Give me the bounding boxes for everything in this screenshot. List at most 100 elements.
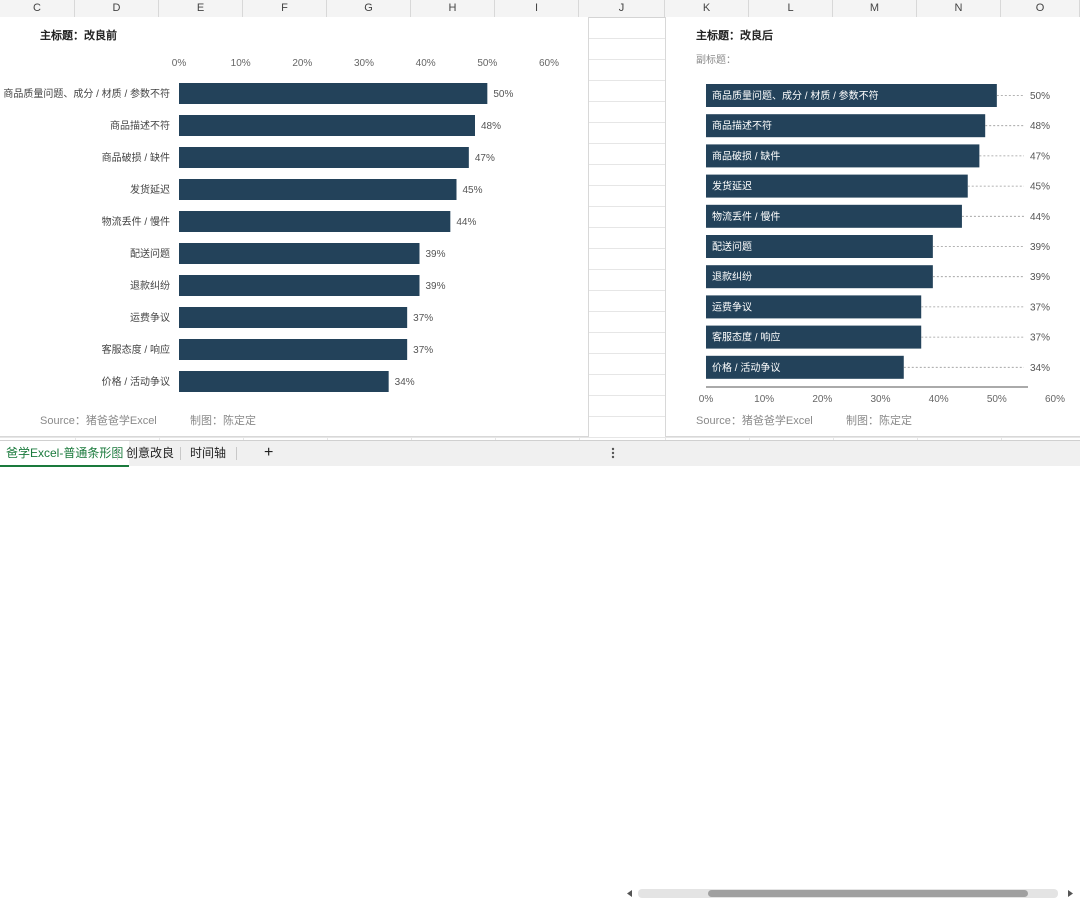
- category-label: 配送问题: [130, 247, 170, 260]
- horizontal-scrollbar[interactable]: [626, 889, 1076, 898]
- more-options-icon[interactable]: [608, 446, 618, 460]
- x-tick-label: 20%: [812, 394, 832, 405]
- column-header-g[interactable]: G: [327, 0, 411, 17]
- bar: [179, 339, 408, 360]
- scroll-left-icon[interactable]: [626, 889, 634, 898]
- x-tick-label: 60%: [1045, 394, 1065, 405]
- x-tick-label: 60%: [539, 58, 559, 69]
- data-label: 37%: [1030, 333, 1050, 344]
- column-header-i[interactable]: I: [495, 0, 579, 17]
- bar: [179, 371, 389, 392]
- column-header-k[interactable]: K: [665, 0, 749, 17]
- data-label: 48%: [481, 121, 501, 132]
- column-header-m[interactable]: M: [833, 0, 917, 17]
- category-label: 发货延迟: [712, 180, 752, 193]
- data-label: 39%: [1030, 272, 1050, 283]
- bar: [179, 147, 469, 168]
- data-label: 34%: [395, 377, 415, 388]
- data-label: 50%: [493, 89, 513, 100]
- data-label: 47%: [475, 153, 495, 164]
- category-label: 发货延迟: [130, 183, 170, 196]
- category-label: 运费争议: [712, 300, 752, 313]
- data-label: 45%: [463, 185, 483, 196]
- tab-divider: [180, 447, 181, 460]
- x-tick-label: 10%: [754, 394, 774, 405]
- x-tick-label: 50%: [477, 58, 497, 69]
- category-label: 运费争议: [130, 311, 170, 324]
- data-label: 44%: [456, 217, 476, 228]
- bar: [179, 243, 420, 264]
- column-header-bar: C D E F G H I J K L M N O: [0, 0, 1080, 18]
- category-label: 商品破损 / 缺件: [712, 149, 780, 162]
- column-header-h[interactable]: H: [411, 0, 495, 17]
- chart-after-svg: 0% 10% 20% 30% 40% 50% 60% 商品质量问题、成分 / 材质 / 参数不…: [699, 84, 1065, 405]
- data-label: 37%: [413, 313, 433, 324]
- scrollbar-track[interactable]: [638, 889, 1058, 898]
- data-label: 47%: [1030, 151, 1050, 162]
- tab-divider: [236, 447, 237, 460]
- grid-row-line: [0, 437, 1080, 438]
- bar: [179, 211, 451, 232]
- category-label: 退款纠纷: [712, 270, 752, 283]
- data-label: 34%: [1030, 363, 1050, 374]
- column-header-f[interactable]: F: [243, 0, 327, 17]
- bar: [179, 115, 475, 136]
- data-label: 45%: [1030, 182, 1050, 193]
- category-label: 价格 / 活动争议: [102, 375, 170, 388]
- category-label: 物流丢件 / 慢件: [712, 210, 780, 223]
- column-header-d[interactable]: D: [75, 0, 159, 17]
- x-tick-label: 20%: [292, 58, 312, 69]
- sheet-tab-creative[interactable]: 创意改良: [120, 441, 180, 465]
- data-label: 39%: [426, 281, 446, 292]
- data-label: 44%: [1030, 212, 1050, 223]
- data-label: 39%: [426, 249, 446, 260]
- chart-after-source: Source：猪爸爸学Excel: [696, 415, 813, 427]
- category-label: 商品质量问题、成分 / 材质 / 参数不符: [3, 87, 170, 100]
- chart-before-svg: 0% 10% 20% 30% 40% 50% 60% 商品质量问题、成分 / 材质 / 参数不…: [3, 58, 559, 392]
- column-header-o[interactable]: O: [1001, 0, 1080, 17]
- category-label: 客服态度 / 响应: [712, 331, 780, 344]
- category-label: 商品质量问题、成分 / 材质 / 参数不符: [712, 89, 879, 102]
- column-header-l[interactable]: L: [749, 0, 833, 17]
- bar: [179, 307, 408, 328]
- scroll-right-icon[interactable]: [1066, 889, 1074, 898]
- x-tick-label: 40%: [416, 58, 436, 69]
- column-header-e[interactable]: E: [159, 0, 243, 17]
- category-label: 商品描述不符: [712, 119, 772, 132]
- column-header-c[interactable]: C: [0, 0, 75, 17]
- bar: [179, 275, 420, 296]
- category-label: 退款纠纷: [130, 279, 170, 292]
- x-tick-label: 0%: [172, 58, 187, 69]
- x-tick-label: 50%: [987, 394, 1007, 405]
- chart-after-panel[interactable]: 主标题：改良后 副标题： 0% 10% 20% 30% 40% 50% 60% 商品质量问题、…: [665, 17, 1080, 437]
- x-tick-label: 30%: [870, 394, 890, 405]
- x-tick-label: 0%: [699, 394, 714, 405]
- x-tick-label: 40%: [929, 394, 949, 405]
- column-header-n[interactable]: N: [917, 0, 1001, 17]
- chart-before-panel[interactable]: 主标题：改良前 0% 10% 20% 30% 40% 50% 60% 商品质量问题、成分 / …: [0, 17, 589, 437]
- chart-before-source: Source：猪爸爸学Excel: [40, 415, 157, 427]
- add-sheet-button[interactable]: +: [258, 441, 279, 465]
- data-label: 37%: [1030, 302, 1050, 313]
- category-label: 物流丢件 / 慢件: [102, 215, 170, 228]
- bar: [179, 179, 457, 200]
- data-label: 37%: [413, 345, 433, 356]
- bar: [179, 83, 488, 104]
- x-tick-label: 10%: [231, 58, 251, 69]
- column-header-j[interactable]: J: [579, 0, 665, 17]
- sheet-tab-timeline[interactable]: 时间轴: [184, 441, 232, 465]
- sheet-tab-bar-chart[interactable]: 爸学Excel-普通条形图: [0, 441, 130, 467]
- category-label: 配送问题: [712, 240, 752, 253]
- x-tick-label: 30%: [354, 58, 374, 69]
- chart-after-credit: 制图：陈定定: [846, 415, 912, 427]
- category-label: 价格 / 活动争议: [712, 361, 780, 374]
- sheet-tab-bar: 爸学Excel-普通条形图 创意改良 时间轴 +: [0, 440, 1080, 898]
- data-label: 39%: [1030, 242, 1050, 253]
- chart-before-credit: 制图：陈定定: [190, 415, 256, 427]
- category-label: 商品破损 / 缺件: [102, 151, 170, 164]
- tab-divider: [117, 447, 118, 460]
- scrollbar-thumb[interactable]: [708, 890, 1028, 897]
- data-label: 48%: [1030, 121, 1050, 132]
- data-label: 50%: [1030, 91, 1050, 102]
- category-label: 商品描述不符: [110, 119, 170, 132]
